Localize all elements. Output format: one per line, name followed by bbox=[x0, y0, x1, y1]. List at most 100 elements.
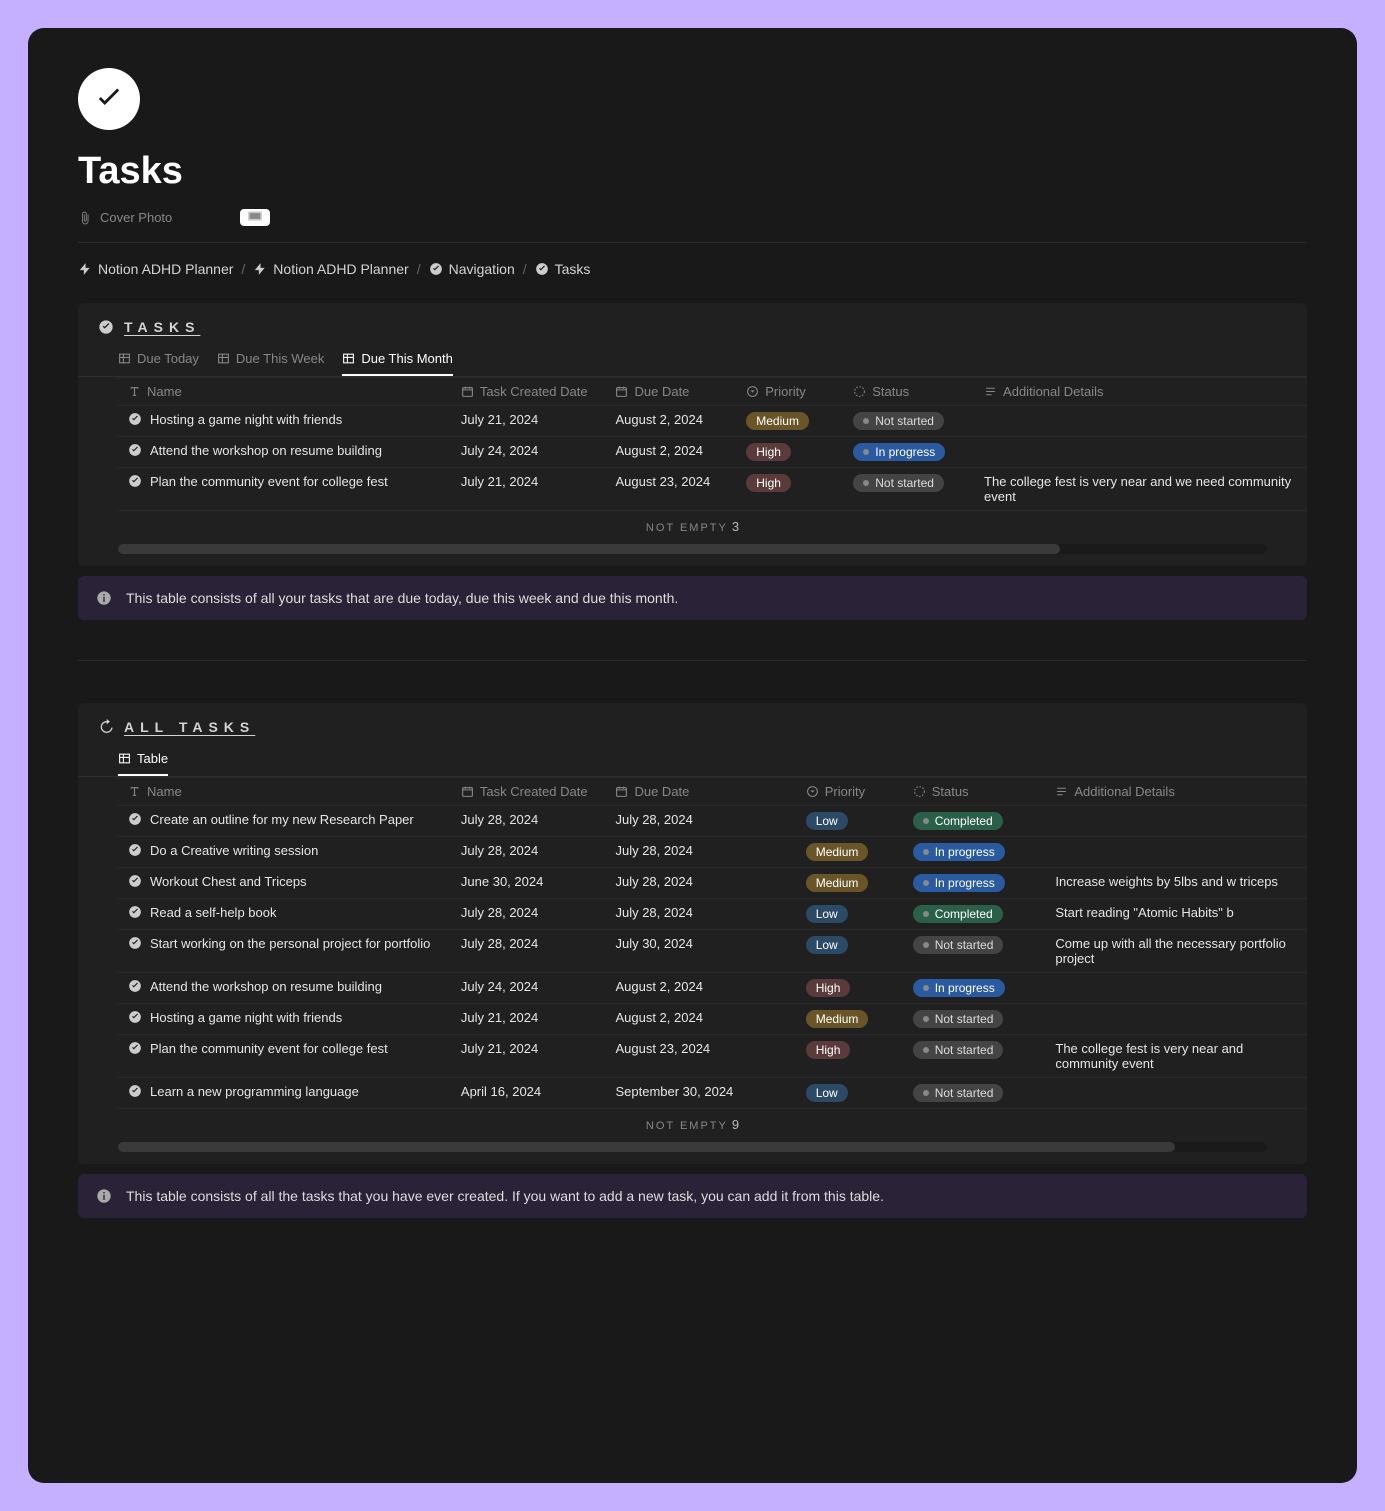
table-row[interactable]: Hosting a game night with friendsJuly 21… bbox=[118, 1004, 1307, 1035]
select-icon bbox=[806, 785, 819, 798]
col-details[interactable]: Additional Details bbox=[974, 378, 1307, 406]
col-due[interactable]: Due Date bbox=[605, 778, 795, 806]
text-icon bbox=[128, 385, 141, 398]
table-row[interactable]: Plan the community event for college fes… bbox=[118, 468, 1307, 511]
col-due[interactable]: Due Date bbox=[605, 378, 736, 406]
select-icon bbox=[746, 385, 759, 398]
row-name: Workout Chest and Triceps bbox=[150, 874, 307, 889]
row-details: The college fest is very near and commun… bbox=[1045, 1035, 1307, 1078]
col-created[interactable]: Task Created Date bbox=[451, 778, 606, 806]
all-tasks-block-title[interactable]: ALL TASKS bbox=[124, 719, 255, 735]
status-badge[interactable]: In progress bbox=[913, 979, 1005, 997]
priority-badge[interactable]: Low bbox=[806, 905, 848, 923]
check-badge-icon bbox=[128, 874, 142, 888]
priority-badge[interactable]: Medium bbox=[806, 874, 869, 892]
status-badge[interactable]: Not started bbox=[913, 1010, 1004, 1028]
bolt-icon bbox=[253, 262, 267, 276]
row-due: July 28, 2024 bbox=[605, 899, 795, 930]
table-icon bbox=[342, 352, 355, 365]
status-badge[interactable]: In progress bbox=[913, 843, 1005, 861]
table-row[interactable]: Read a self-help bookJuly 28, 2024July 2… bbox=[118, 899, 1307, 930]
status-badge[interactable]: In progress bbox=[913, 874, 1005, 892]
status-badge[interactable]: Not started bbox=[913, 1084, 1004, 1102]
horizontal-scrollbar[interactable] bbox=[118, 544, 1267, 554]
row-name: Start working on the personal project fo… bbox=[150, 936, 430, 951]
priority-badge[interactable]: Low bbox=[806, 812, 848, 830]
row-created: July 24, 2024 bbox=[451, 973, 606, 1004]
row-details bbox=[974, 437, 1307, 468]
tab-due-today[interactable]: Due Today bbox=[118, 345, 199, 376]
breadcrumb-label: Notion ADHD Planner bbox=[273, 261, 408, 277]
tasks-callout: This table consists of all your tasks th… bbox=[78, 576, 1307, 620]
priority-badge[interactable]: Low bbox=[806, 936, 848, 954]
row-due: September 30, 2024 bbox=[605, 1078, 795, 1109]
col-priority[interactable]: Priority bbox=[796, 778, 903, 806]
row-due: August 2, 2024 bbox=[605, 437, 736, 468]
calendar-icon bbox=[615, 785, 628, 798]
priority-badge[interactable]: High bbox=[806, 1041, 851, 1059]
check-badge-icon bbox=[128, 412, 142, 426]
attachment-icon bbox=[78, 211, 92, 225]
page-title[interactable]: Tasks bbox=[78, 150, 1307, 193]
col-name[interactable]: Name bbox=[118, 778, 451, 806]
cover-photo-thumbnail[interactable] bbox=[240, 209, 270, 226]
text-lines-icon bbox=[1055, 785, 1068, 798]
col-priority[interactable]: Priority bbox=[736, 378, 843, 406]
status-badge[interactable]: Not started bbox=[913, 1041, 1004, 1059]
status-badge[interactable]: Not started bbox=[853, 474, 944, 492]
priority-badge[interactable]: High bbox=[806, 979, 851, 997]
priority-badge[interactable]: High bbox=[746, 443, 791, 461]
tab-table[interactable]: Table bbox=[118, 745, 168, 776]
table-row[interactable]: Start working on the personal project fo… bbox=[118, 930, 1307, 973]
check-badge-icon bbox=[128, 1010, 142, 1024]
table-row[interactable]: Hosting a game night with friendsJuly 21… bbox=[118, 406, 1307, 437]
callout-text: This table consists of all your tasks th… bbox=[126, 590, 678, 606]
row-due: July 28, 2024 bbox=[605, 868, 795, 899]
table-row[interactable]: Learn a new programming languageApril 16… bbox=[118, 1078, 1307, 1109]
cover-photo-label[interactable]: Cover Photo bbox=[100, 210, 172, 225]
row-details: Start reading "Atomic Habits" b bbox=[1045, 899, 1307, 930]
tasks-block-title[interactable]: TASKS bbox=[124, 319, 200, 335]
row-due: August 23, 2024 bbox=[605, 468, 736, 511]
col-created[interactable]: Task Created Date bbox=[451, 378, 606, 406]
breadcrumb-separator: / bbox=[417, 261, 421, 277]
table-row[interactable]: Attend the workshop on resume buildingJu… bbox=[118, 437, 1307, 468]
table-row[interactable]: Create an outline for my new Research Pa… bbox=[118, 806, 1307, 837]
horizontal-scrollbar[interactable] bbox=[118, 1142, 1267, 1152]
breadcrumb-item[interactable]: Navigation bbox=[429, 261, 515, 277]
tab-due-this-week[interactable]: Due This Week bbox=[217, 345, 324, 376]
table-row[interactable]: Attend the workshop on resume buildingJu… bbox=[118, 973, 1307, 1004]
col-details[interactable]: Additional Details bbox=[1045, 778, 1307, 806]
priority-badge[interactable]: Medium bbox=[806, 843, 869, 861]
breadcrumb-item[interactable]: Notion ADHD Planner bbox=[78, 261, 233, 277]
breadcrumb-item[interactable]: Tasks bbox=[535, 261, 591, 277]
breadcrumb-item[interactable]: Notion ADHD Planner bbox=[253, 261, 408, 277]
status-badge[interactable]: In progress bbox=[853, 443, 945, 461]
priority-badge[interactable]: Low bbox=[806, 1084, 848, 1102]
row-details: The college fest is very near and we nee… bbox=[974, 468, 1307, 511]
tab-due-this-month[interactable]: Due This Month bbox=[342, 345, 453, 376]
col-name[interactable]: Name bbox=[118, 378, 451, 406]
tab-label: Due This Week bbox=[236, 351, 324, 366]
status-badge[interactable]: Completed bbox=[913, 812, 1003, 830]
app-window: Tasks Cover Photo Notion ADHD Planner / No… bbox=[28, 28, 1357, 1483]
priority-badge[interactable]: High bbox=[746, 474, 791, 492]
row-details bbox=[974, 406, 1307, 437]
status-badge[interactable]: Completed bbox=[913, 905, 1003, 923]
all-tasks-table: Name Task Created Date Due Date Priority… bbox=[118, 777, 1307, 1109]
col-status[interactable]: Status bbox=[843, 378, 974, 406]
row-due: August 2, 2024 bbox=[605, 1004, 795, 1035]
row-details: Come up with all the necessary portfolio… bbox=[1045, 930, 1307, 973]
status-badge[interactable]: Not started bbox=[913, 936, 1004, 954]
row-created: July 28, 2024 bbox=[451, 930, 606, 973]
row-due: August 2, 2024 bbox=[605, 973, 795, 1004]
table-row[interactable]: Plan the community event for college fes… bbox=[118, 1035, 1307, 1078]
priority-badge[interactable]: Medium bbox=[746, 412, 809, 430]
table-row[interactable]: Workout Chest and TricepsJune 30, 2024Ju… bbox=[118, 868, 1307, 899]
bolt-icon bbox=[78, 262, 92, 276]
status-badge[interactable]: Not started bbox=[853, 412, 944, 430]
table-row[interactable]: Do a Creative writing sessionJuly 28, 20… bbox=[118, 837, 1307, 868]
priority-badge[interactable]: Medium bbox=[806, 1010, 869, 1028]
col-status[interactable]: Status bbox=[903, 778, 1046, 806]
callout-text: This table consists of all the tasks tha… bbox=[126, 1188, 884, 1204]
